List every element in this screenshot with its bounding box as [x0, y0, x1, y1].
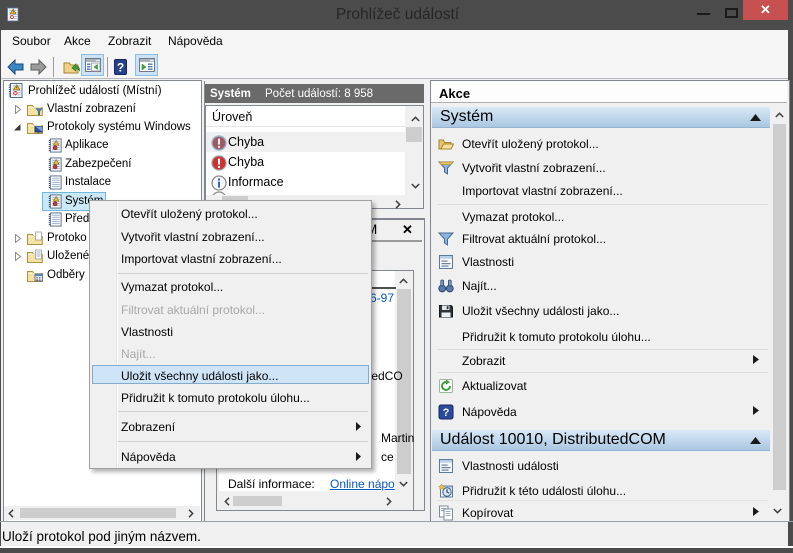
svg-text:?: ? [117, 61, 124, 75]
svg-text:?: ? [443, 407, 450, 419]
